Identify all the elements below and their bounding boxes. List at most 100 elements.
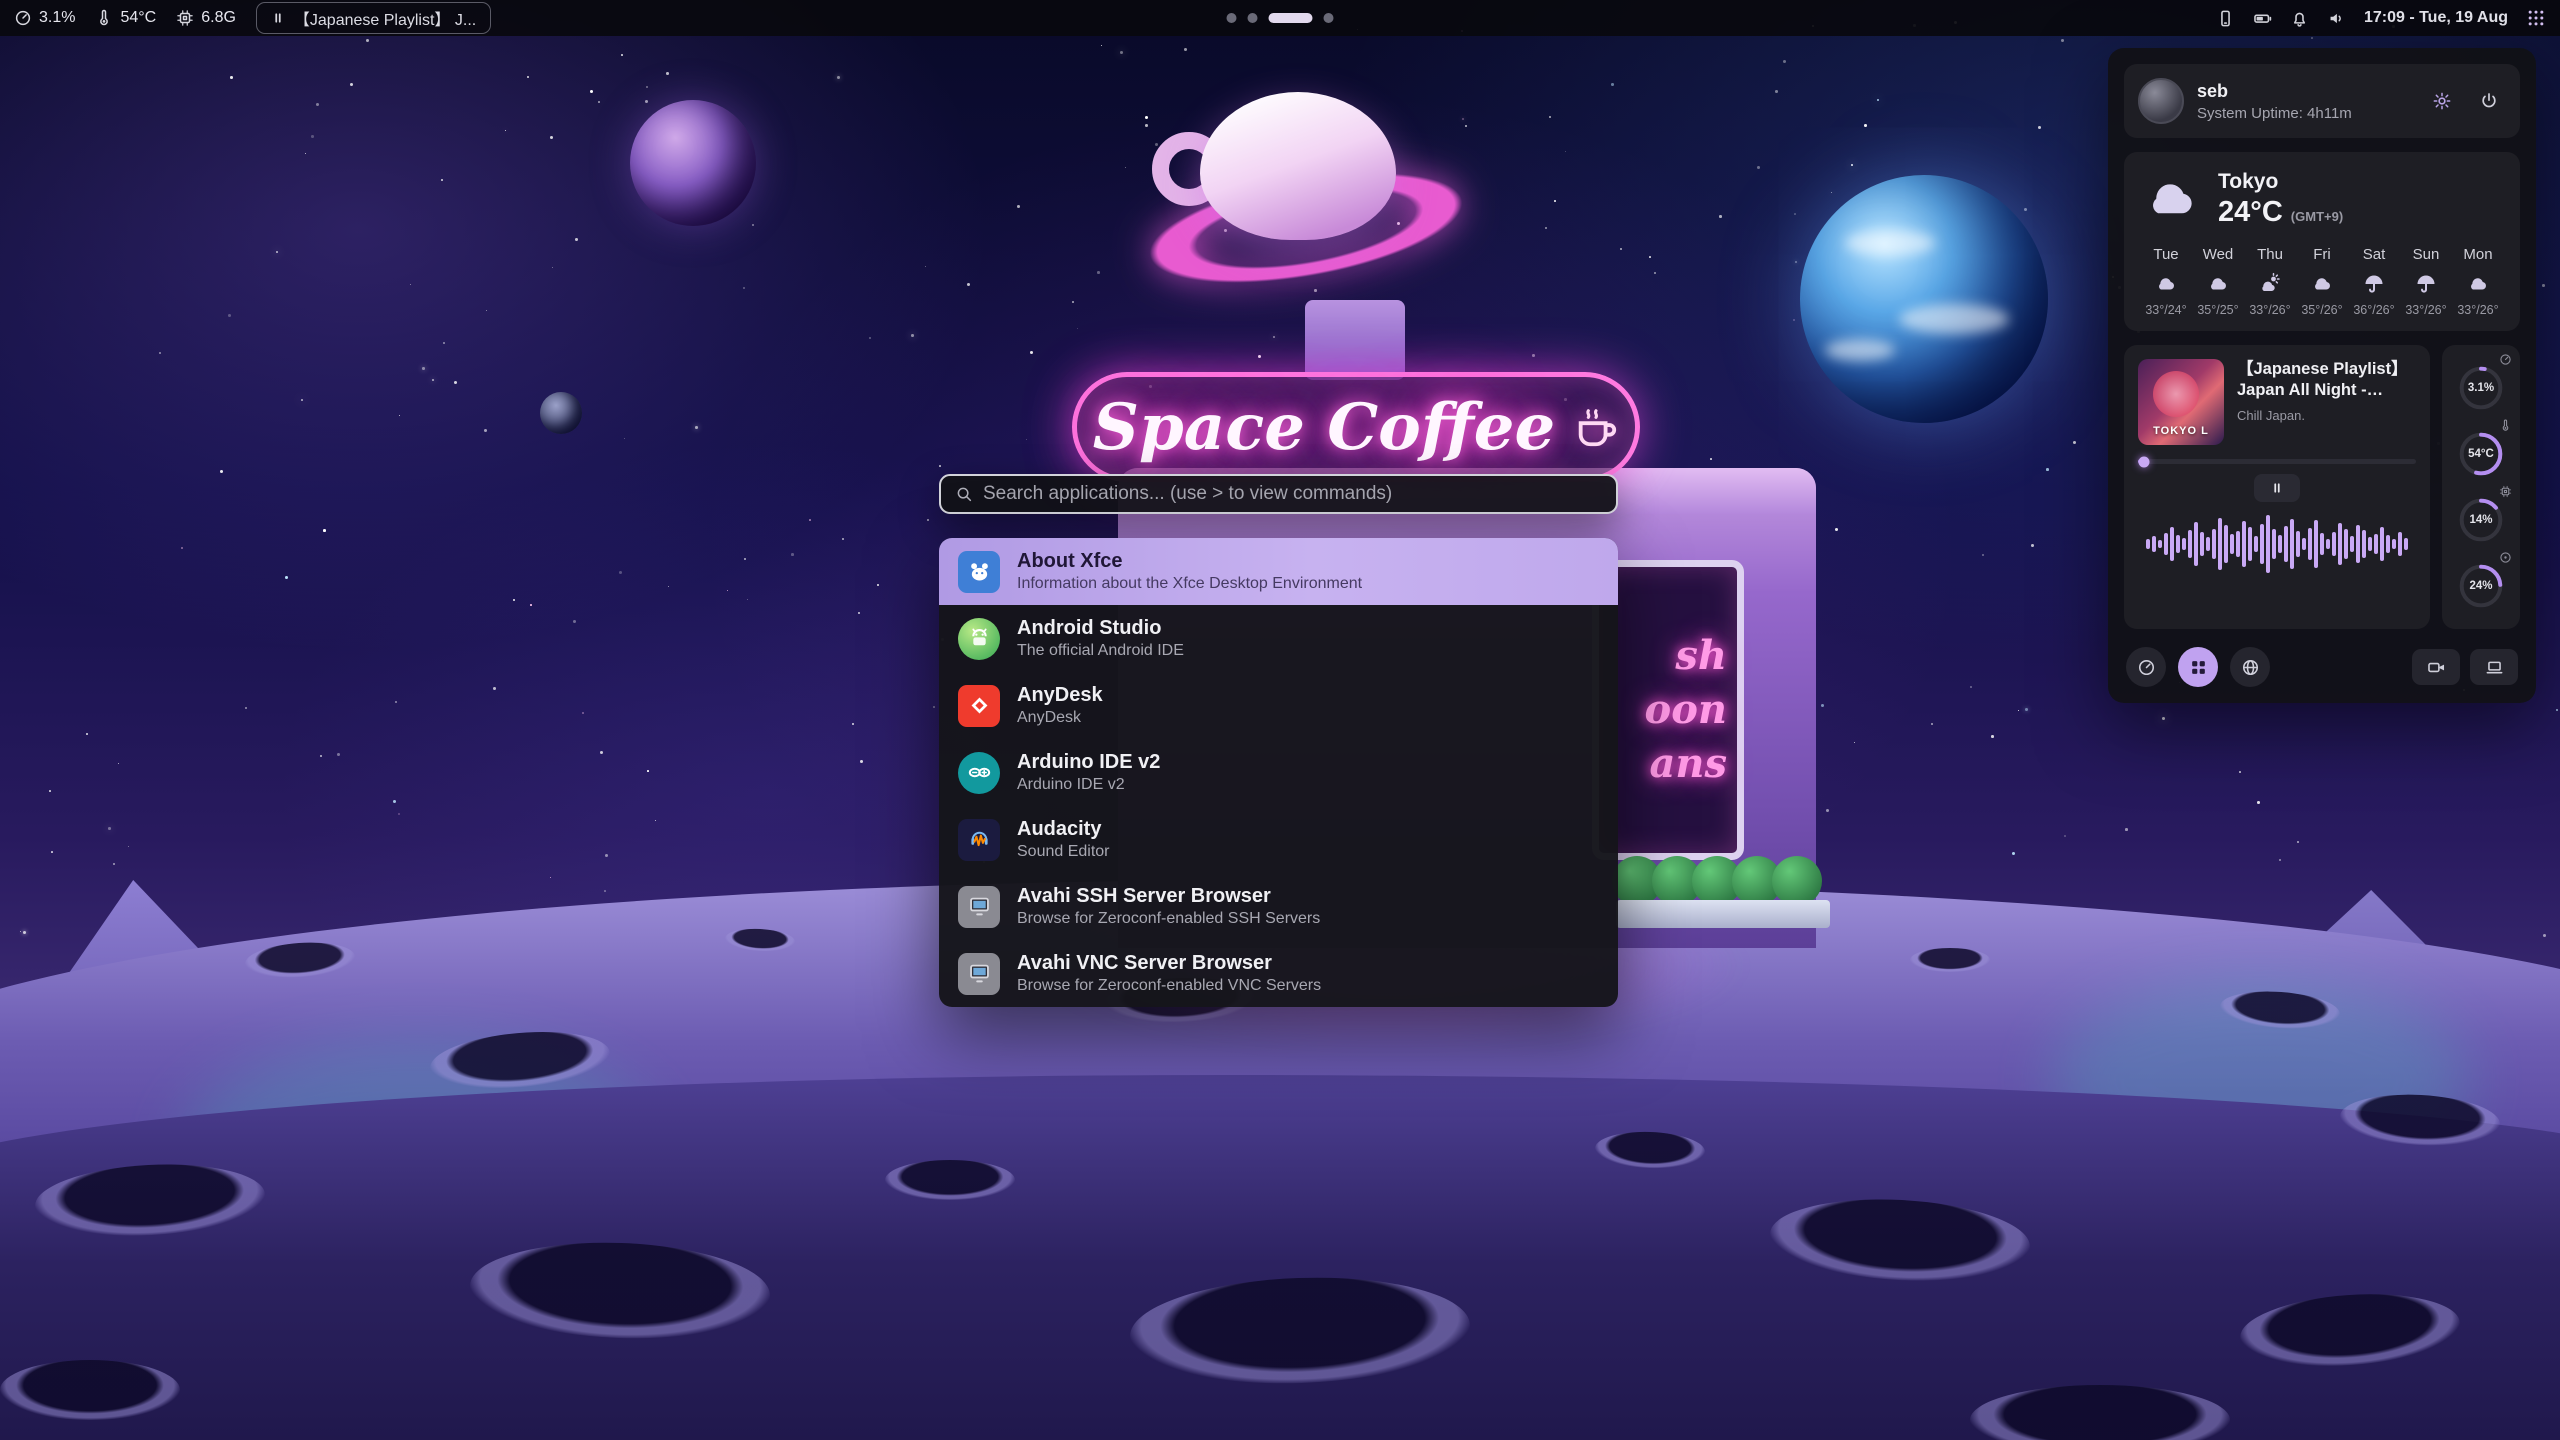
- forecast-temps: 33°/26°: [2452, 303, 2504, 317]
- app-item-6[interactable]: Avahi VNC Server Browser Browse for Zero…: [939, 940, 1618, 1007]
- apps-icon: [2189, 658, 2208, 677]
- volume-icon[interactable]: [2327, 9, 2346, 28]
- app-description: Browse for Zeroconf-enabled SSH Servers: [1017, 909, 1320, 929]
- forecast-temps: 33°/24°: [2140, 303, 2192, 317]
- cloud-icon: [2154, 272, 2178, 296]
- battery-icon[interactable]: [2253, 9, 2272, 28]
- search-input[interactable]: [983, 483, 1602, 505]
- system-stats-column: 3.1% 54°C 14% 24%: [2442, 345, 2520, 629]
- action-button-laptop[interactable]: [2470, 649, 2518, 685]
- power-button[interactable]: [2472, 84, 2506, 118]
- quick-button-gauge[interactable]: [2126, 647, 2166, 687]
- disk-icon: [2499, 551, 2512, 564]
- chip-icon: [176, 9, 194, 27]
- app-grid-icon[interactable]: [2526, 8, 2546, 28]
- forecast-day: Mon 33°/26°: [2452, 246, 2504, 317]
- thermometer-icon: [95, 9, 113, 27]
- weather-forecast: Tue 33°/24° Wed 35°/25° Thu 33°/26° Fri …: [2140, 246, 2504, 317]
- umbrella-icon: [2362, 272, 2386, 296]
- track-progress-slider[interactable]: [2138, 459, 2416, 464]
- visualizer-bar: [2224, 525, 2228, 563]
- settings-button[interactable]: [2425, 84, 2459, 118]
- gauge-value: 3.1%: [2468, 382, 2494, 394]
- quick-button-apps[interactable]: [2178, 647, 2218, 687]
- bell-icon[interactable]: [2290, 9, 2309, 28]
- visualizer-bar: [2296, 531, 2300, 557]
- arduino-app-icon: [958, 752, 1000, 794]
- shop-planter-box: [1616, 900, 1830, 928]
- visualizer-bar: [2290, 519, 2294, 569]
- visualizer-bar: [2308, 528, 2312, 560]
- visualizer-bar: [2284, 526, 2288, 562]
- visualizer-bar: [2158, 540, 2162, 548]
- workspace-dot-1[interactable]: [1227, 13, 1237, 23]
- cloud-icon: [2310, 272, 2334, 296]
- avatar: [2138, 78, 2184, 124]
- weather-city: Tokyo: [2218, 170, 2343, 194]
- forecast-day-name: Wed: [2192, 246, 2244, 263]
- app-item-4[interactable]: Audacity Sound Editor: [939, 806, 1618, 873]
- visualizer-bar: [2152, 536, 2156, 552]
- app-description: Arduino IDE v2: [1017, 775, 1160, 795]
- forecast-day-name: Mon: [2452, 246, 2504, 263]
- system-stat: 6.8G: [176, 9, 236, 27]
- app-item-5[interactable]: Avahi SSH Server Browser Browse for Zero…: [939, 873, 1618, 940]
- system-stat-value: 3.1%: [39, 9, 75, 27]
- forecast-day: Sun 33°/26°: [2400, 246, 2452, 317]
- visualizer-bar: [2404, 538, 2408, 550]
- quick-button-globe[interactable]: [2230, 647, 2270, 687]
- stat-gauge: 54°C: [2452, 421, 2510, 487]
- app-description: Browse for Zeroconf-enabled VNC Servers: [1017, 976, 1321, 996]
- forecast-day-name: Tue: [2140, 246, 2192, 263]
- visualizer-bar: [2332, 532, 2336, 556]
- clock[interactable]: 17:09 - Tue, 19 Aug: [2364, 9, 2508, 27]
- power-icon: [2479, 91, 2499, 111]
- anydesk-app-icon: [958, 685, 1000, 727]
- launcher-search-bar[interactable]: [939, 474, 1618, 514]
- progress-knob[interactable]: [2138, 456, 2149, 467]
- visualizer-bar: [2260, 524, 2264, 564]
- audio-visualizer: [2138, 512, 2416, 576]
- audacity-app-icon: [958, 819, 1000, 861]
- globe-icon: [2241, 658, 2260, 677]
- app-name: Arduino IDE v2: [1017, 750, 1160, 775]
- xfce-app-icon: [958, 551, 1000, 593]
- visualizer-bar: [2200, 532, 2204, 556]
- video-icon: [2427, 658, 2446, 677]
- umbrella-icon: [2414, 272, 2438, 296]
- topbar-music-widget[interactable]: 【Japanese Playlist】 J...: [256, 2, 491, 34]
- search-icon: [955, 485, 973, 503]
- gauge-value: 54°C: [2468, 448, 2494, 460]
- sidebar-button-row: [2124, 643, 2520, 687]
- app-item-1[interactable]: Android Studio The official Android IDE: [939, 605, 1618, 672]
- android-app-icon: [958, 618, 1000, 660]
- workspace-dot-4[interactable]: [1324, 13, 1334, 23]
- visualizer-bar: [2350, 536, 2354, 552]
- topbar-music-label: 【Japanese Playlist】 J...: [294, 6, 476, 30]
- stat-gauge: 14%: [2452, 487, 2510, 553]
- workspace-dot-2[interactable]: [1248, 13, 1258, 23]
- topbar-right: 17:09 - Tue, 19 Aug: [2216, 8, 2546, 28]
- partly-icon: [2258, 272, 2282, 296]
- visualizer-bar: [2182, 538, 2186, 550]
- app-item-0[interactable]: About Xfce Information about the Xfce De…: [939, 538, 1618, 605]
- visualizer-bar: [2386, 535, 2390, 553]
- topbar-stats: 3.1% 54°C 6.8G: [14, 9, 236, 27]
- neon-coffee-cup-icon: [1573, 404, 1619, 450]
- app-item-3[interactable]: Arduino IDE v2 Arduino IDE v2: [939, 739, 1618, 806]
- gauge-value: 14%: [2469, 514, 2492, 526]
- forecast-day: Fri 35°/26°: [2296, 246, 2348, 317]
- gauge-value: 24%: [2469, 580, 2492, 592]
- forecast-day: Thu 33°/26°: [2244, 246, 2296, 317]
- workspace-dot-3[interactable]: [1269, 13, 1313, 23]
- action-button-video[interactable]: [2412, 649, 2460, 685]
- album-art: TOKYO L: [2138, 359, 2224, 445]
- app-launcher: About Xfce Information about the Xfce De…: [939, 474, 1618, 1007]
- launcher-app-list: About Xfce Information about the Xfce De…: [939, 538, 1618, 1007]
- phone-icon[interactable]: [2216, 9, 2235, 28]
- app-item-2[interactable]: AnyDesk AnyDesk: [939, 672, 1618, 739]
- pause-button[interactable]: [2254, 474, 2300, 502]
- workspace-indicator: [1227, 0, 1334, 36]
- visualizer-bar: [2392, 539, 2396, 549]
- visualizer-bar: [2242, 521, 2246, 567]
